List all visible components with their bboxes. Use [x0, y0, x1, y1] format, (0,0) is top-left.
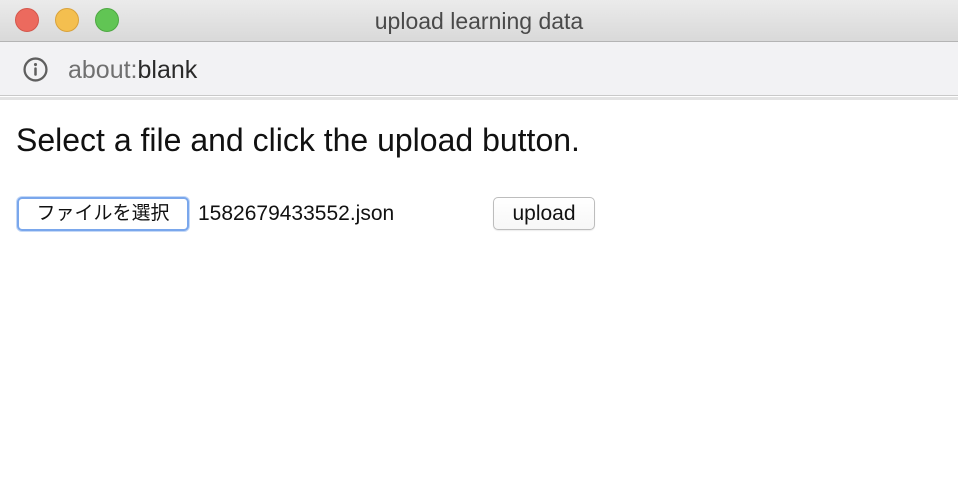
- address-bar[interactable]: about:blank: [0, 42, 958, 96]
- page-instruction: Select a file and click the upload butto…: [16, 122, 580, 158]
- browser-window: upload learning data about:blank Select …: [0, 0, 958, 494]
- info-icon[interactable]: [23, 57, 48, 82]
- window-title: upload learning data: [374, 8, 584, 34]
- url-text[interactable]: about:blank: [68, 55, 197, 85]
- url-scheme: about:: [68, 56, 138, 84]
- title-bar: upload learning data: [0, 0, 958, 42]
- selected-file-name: 1582679433552.json: [198, 202, 395, 225]
- page-content: Select a file and click the upload butto…: [0, 100, 958, 494]
- upload-button[interactable]: upload: [493, 197, 595, 230]
- url-path: blank: [137, 56, 198, 84]
- choose-file-button[interactable]: ファイルを選択: [17, 197, 189, 231]
